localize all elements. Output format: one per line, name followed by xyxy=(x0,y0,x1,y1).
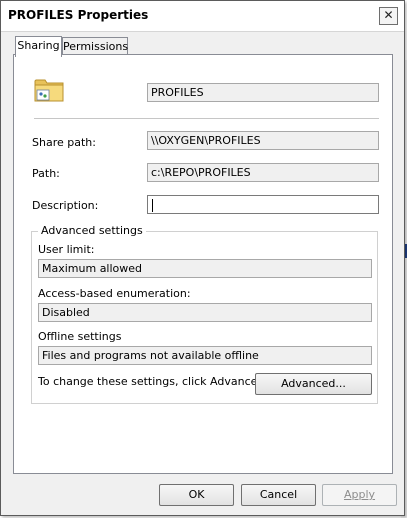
offline-settings-field: Files and programs not available offline xyxy=(38,346,372,365)
sharing-tab-panel: PROFILES Share path: \\OXYGEN\PROFILES P… xyxy=(13,54,393,474)
ok-button-label: OK xyxy=(188,488,205,501)
cancel-button-label: Cancel xyxy=(259,488,298,501)
window-title: PROFILES Properties xyxy=(8,8,149,22)
user-limit-field: Maximum allowed xyxy=(38,259,372,278)
offline-settings-label: Offline settings xyxy=(38,330,122,343)
apply-button-label: Apply xyxy=(343,488,376,501)
advanced-settings-title: Advanced settings xyxy=(38,225,146,237)
advanced-hint: To change these settings, click Advanced… xyxy=(38,375,268,388)
cancel-button[interactable]: Cancel xyxy=(241,484,316,506)
tab-permissions-label: Permissions xyxy=(63,40,129,53)
tab-sharing[interactable]: Sharing xyxy=(15,36,62,57)
text-caret xyxy=(152,198,153,212)
description-label: Description: xyxy=(32,199,99,212)
tab-sharing-label: Sharing xyxy=(17,39,60,52)
close-button[interactable]: ✕ xyxy=(379,7,398,25)
path-field: c:\REPO\PROFILES xyxy=(147,163,379,182)
user-limit-label: User limit: xyxy=(38,243,95,256)
share-name-field: PROFILES xyxy=(147,83,379,102)
ok-button[interactable]: OK xyxy=(159,484,234,506)
properties-dialog: PROFILES Properties ✕ Sharing Permission… xyxy=(0,0,405,516)
shared-folder-icon xyxy=(34,79,64,102)
advanced-button-label: Advanced... xyxy=(281,377,346,390)
close-icon: ✕ xyxy=(383,8,394,22)
description-input[interactable] xyxy=(147,195,379,214)
abe-label: Access-based enumeration: xyxy=(38,287,191,300)
separator-top xyxy=(34,118,379,119)
apply-button[interactable]: Apply xyxy=(322,484,397,506)
advanced-button[interactable]: Advanced... xyxy=(255,373,372,395)
title-bar[interactable]: PROFILES Properties ✕ xyxy=(1,1,404,32)
share-path-field: \\OXYGEN\PROFILES xyxy=(147,131,379,150)
path-label: Path: xyxy=(32,167,60,180)
share-path-label: Share path: xyxy=(32,136,96,149)
abe-field: Disabled xyxy=(38,303,372,322)
